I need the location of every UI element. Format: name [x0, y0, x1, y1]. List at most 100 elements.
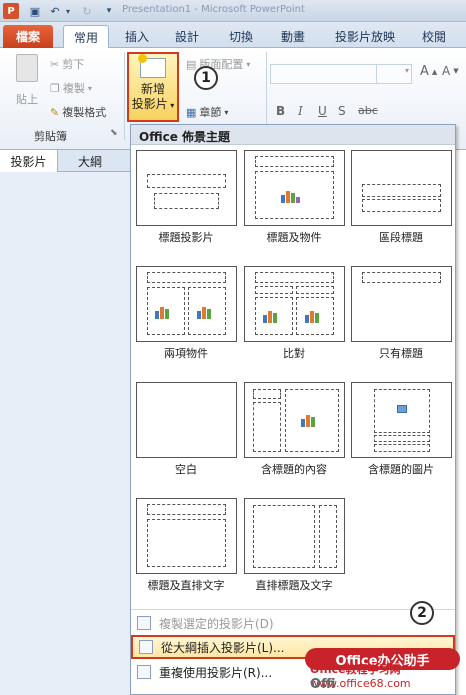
- grow-font-icon[interactable]: A ▲: [420, 64, 437, 79]
- ribbon-tabs: 檔案 常用 插入 設計 切換 動畫 投影片放映 校閱: [0, 22, 466, 49]
- placeholder-subtitle: [154, 193, 219, 209]
- callout-step-1: 1: [194, 66, 218, 90]
- tab-animations[interactable]: 動畫: [272, 25, 314, 48]
- tab-file[interactable]: 檔案: [3, 25, 53, 48]
- placeholder-title: [255, 272, 334, 283]
- content-icons-icon: [155, 303, 177, 319]
- section-label: 章節: [199, 106, 222, 119]
- placeholder-title: [362, 184, 441, 197]
- chevron-down-icon: ▾: [246, 59, 251, 69]
- layout-label: 比對: [283, 347, 305, 360]
- callout-step-2: 2: [410, 601, 434, 625]
- clipboard-launcher-icon[interactable]: ⬊: [110, 128, 118, 138]
- layout-picture-with-caption[interactable]: [351, 382, 452, 458]
- layout-title-vertical-text[interactable]: [136, 498, 237, 574]
- layout-icon: ▤: [186, 57, 197, 71]
- window-title: Presentation1 - Microsoft PowerPoint: [122, 4, 305, 15]
- new-slide-button[interactable]: 新增 投影片 ▾: [127, 52, 179, 122]
- tab-insert[interactable]: 插入: [118, 25, 156, 48]
- shrink-font-icon[interactable]: A ▼: [442, 64, 459, 78]
- title-bar: P ▣ ↶ ▾ ↻ ▾ Presentation1 - Microsoft Po…: [0, 0, 466, 22]
- layout-label: 標題及直排文字: [147, 579, 225, 592]
- redo-icon[interactable]: ↻: [80, 3, 94, 19]
- placeholder-vertical-title: [319, 505, 337, 568]
- layout-content-with-caption[interactable]: [244, 382, 345, 458]
- brush-icon: ✎: [50, 105, 60, 119]
- copy-button[interactable]: ❐ 複製 ▾: [50, 80, 92, 96]
- placeholder-text: [253, 402, 281, 452]
- tab-transitions[interactable]: 切換: [220, 25, 262, 48]
- new-slide-dropdown: Office 佈景主題 標題投影片 標題及物件 區段標題 兩項物件 比對 只有標: [130, 124, 456, 695]
- tab-home[interactable]: 常用: [63, 25, 109, 49]
- undo-dropdown-icon[interactable]: ▾: [64, 3, 72, 19]
- new-slide-label-text: 投影片: [131, 97, 168, 111]
- clipboard-icon: [16, 54, 38, 82]
- new-slide-label-line2: 投影片 ▾: [132, 97, 175, 113]
- format-painter-button[interactable]: ✎ 複製格式: [50, 104, 106, 120]
- scissors-icon: ✂: [50, 57, 60, 71]
- content-icons-icon: [301, 411, 323, 427]
- chevron-down-icon: ▾: [87, 83, 92, 93]
- shadow-button[interactable]: abc: [358, 104, 378, 117]
- powerpoint-logo-icon[interactable]: P: [3, 3, 19, 19]
- chevron-down-icon: ▾: [224, 107, 229, 117]
- watermark-line2-text: Office教程学习网: [310, 663, 401, 676]
- layout-label: 直排標題及文字: [255, 579, 333, 592]
- dropdown-header: Office 佈景主題: [131, 125, 455, 145]
- layout-label: 含標題的內容: [261, 463, 327, 476]
- duplicate-slides-icon: [137, 616, 151, 630]
- copy-label: 複製: [62, 82, 85, 95]
- layout-label: 區段標題: [379, 231, 423, 244]
- italic-button[interactable]: I: [298, 104, 303, 118]
- placeholder-title: [255, 156, 334, 167]
- watermark: Office办公助手 Office教程学习网 www.office68.com …: [305, 648, 460, 694]
- layout-label: 含標題的圖片: [368, 463, 434, 476]
- placeholder-vertical-text: [147, 519, 226, 567]
- clipboard-group-label: 剪貼簿: [34, 130, 67, 143]
- menu-item-label: 從大綱插入投影片(L)...: [161, 640, 285, 655]
- bold-button[interactable]: B: [276, 104, 285, 118]
- strikethrough-button[interactable]: S: [338, 104, 346, 118]
- paste-button[interactable]: 貼上: [8, 54, 46, 107]
- layout-comparison[interactable]: [244, 266, 345, 342]
- duplicate-slides-menu-item[interactable]: 複製選定的投影片(D): [131, 612, 455, 634]
- layout-label: 兩項物件: [164, 347, 208, 360]
- placeholder-title: [147, 272, 226, 283]
- layout-title-only[interactable]: [351, 266, 452, 342]
- slide-thumbnail-pane[interactable]: [0, 172, 130, 695]
- layout-label: 標題及物件: [266, 231, 322, 244]
- tab-design[interactable]: 設計: [166, 25, 208, 48]
- layout-blank[interactable]: [136, 382, 237, 458]
- tab-outline[interactable]: 大綱: [62, 150, 118, 172]
- layout-title-slide[interactable]: [136, 150, 237, 226]
- layout-title-content[interactable]: [244, 150, 345, 226]
- slide-pane-tabs: 投影片 大綱: [0, 150, 130, 172]
- placeholder-text: [362, 199, 441, 212]
- placeholder-heading-left: [255, 286, 293, 294]
- placeholder-text: [374, 444, 430, 452]
- layout-two-content[interactable]: [136, 266, 237, 342]
- undo-icon[interactable]: ↶: [48, 3, 62, 19]
- menu-divider: [131, 609, 455, 610]
- content-icons-icon: [197, 303, 219, 319]
- picture-icon: [397, 405, 407, 413]
- cut-label: 剪下: [62, 58, 85, 71]
- new-slide-label-line1: 新增: [140, 82, 165, 96]
- layout-vertical-title-text[interactable]: [244, 498, 345, 574]
- cut-button[interactable]: ✂ 剪下: [50, 56, 84, 72]
- tab-slideshow[interactable]: 投影片放映: [324, 25, 406, 48]
- placeholder-title: [147, 174, 226, 188]
- customize-toolbar-icon[interactable]: ▾: [104, 3, 114, 19]
- section-button[interactable]: ▦ 章節 ▾: [186, 104, 228, 120]
- placeholder-title: [147, 504, 226, 515]
- layout-section-header[interactable]: [351, 150, 452, 226]
- paste-label: 貼上: [16, 93, 38, 106]
- underline-button[interactable]: U: [318, 104, 327, 118]
- tab-slides[interactable]: 投影片: [0, 150, 58, 172]
- chevron-down-icon: ▾: [405, 66, 410, 75]
- placeholder-heading-right: [296, 286, 334, 294]
- placeholder-title: [362, 272, 441, 283]
- save-icon[interactable]: ▣: [28, 3, 42, 19]
- layout-label: 標題投影片: [158, 231, 214, 244]
- tab-review[interactable]: 校閱: [412, 25, 456, 48]
